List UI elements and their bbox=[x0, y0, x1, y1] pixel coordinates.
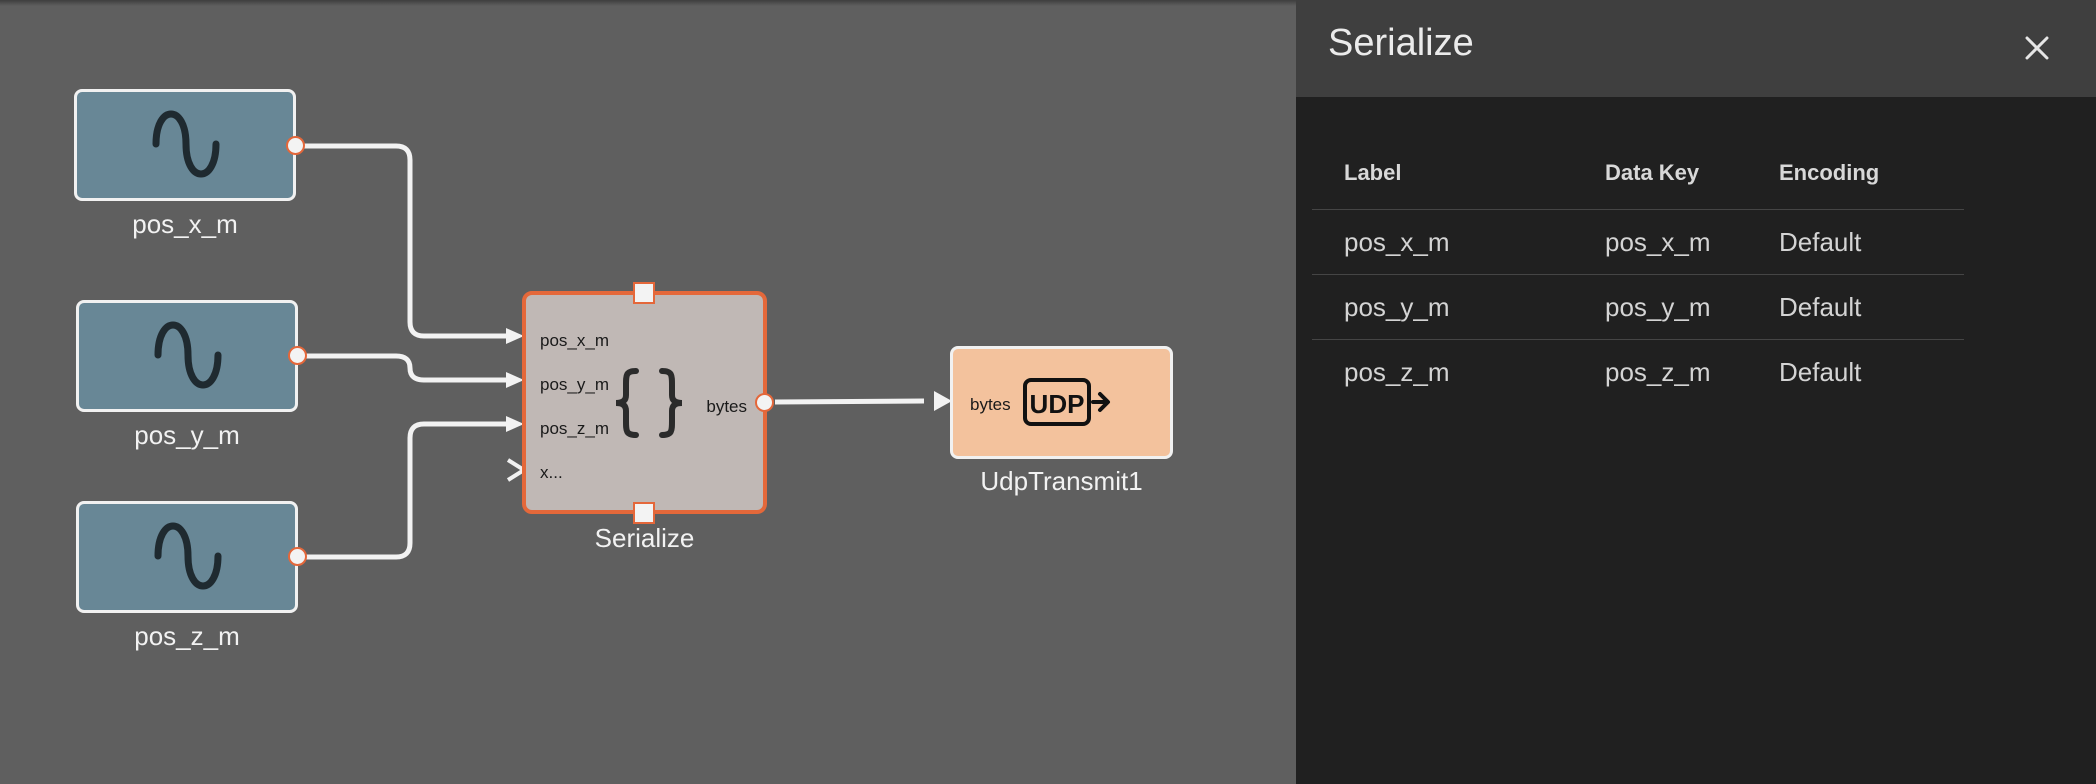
cell-encoding[interactable]: Default bbox=[1779, 275, 1861, 339]
inspector-panel: Serialize Label Data Key Encoding pos_x_… bbox=[1296, 0, 2096, 784]
output-pin-label: bytes bbox=[706, 397, 747, 416]
top-handle[interactable] bbox=[633, 282, 655, 304]
output-port[interactable] bbox=[286, 136, 305, 155]
svg-text:UDP: UDP bbox=[1030, 389, 1085, 419]
serialize-label: Serialize bbox=[594, 523, 695, 553]
table-row[interactable]: pos_x_m pos_x_m Default bbox=[1312, 210, 1964, 275]
column-header-data-key: Data Key bbox=[1605, 160, 1700, 185]
diagram-canvas[interactable]: pos_x_m pos_y_m pos_z_m pos_x_m pos_y_m … bbox=[0, 0, 1296, 784]
input-pin-label: x... bbox=[540, 463, 563, 482]
panel-title: Serialize bbox=[1328, 22, 1474, 64]
source-label: pos_x_m bbox=[132, 209, 238, 239]
sine-wave-icon bbox=[154, 321, 222, 389]
output-port[interactable] bbox=[288, 346, 307, 365]
table-header: Label Data Key Encoding bbox=[1312, 145, 1964, 210]
fields-table: Label Data Key Encoding pos_x_m pos_x_m … bbox=[1312, 145, 1964, 404]
input-pin-label: pos_z_m bbox=[540, 419, 609, 438]
cell-data-key: pos_y_m bbox=[1605, 292, 1711, 322]
udp-transmit-icon: UDP bbox=[1023, 378, 1110, 426]
output-port[interactable] bbox=[288, 547, 307, 566]
cell-encoding[interactable]: Default bbox=[1779, 210, 1861, 274]
source-label: pos_y_m bbox=[134, 420, 240, 450]
output-port[interactable] bbox=[755, 393, 774, 412]
source-label: pos_z_m bbox=[134, 621, 240, 651]
curly-braces-icon bbox=[615, 368, 683, 438]
cell-label: pos_y_m bbox=[1344, 292, 1450, 322]
source-block-pos-y[interactable] bbox=[76, 300, 298, 412]
source-block-pos-x[interactable] bbox=[74, 89, 296, 201]
column-header-encoding: Encoding bbox=[1779, 160, 1880, 185]
panel-header: Serialize bbox=[1296, 0, 2096, 97]
udp-transmit-block[interactable]: bytes UDP bbox=[950, 346, 1173, 459]
table-row[interactable]: pos_y_m pos_y_m Default bbox=[1312, 275, 1964, 340]
table-row[interactable]: pos_z_m pos_z_m Default bbox=[1312, 340, 1964, 404]
wire-pos-y bbox=[304, 353, 508, 383]
bottom-handle[interactable] bbox=[633, 502, 655, 524]
cell-label: pos_z_m bbox=[1344, 357, 1450, 387]
cell-encoding[interactable]: Default bbox=[1779, 340, 1861, 404]
cell-data-key: pos_z_m bbox=[1605, 357, 1711, 387]
input-pin-label: pos_y_m bbox=[540, 375, 609, 394]
cell-label: pos_x_m bbox=[1344, 227, 1450, 257]
column-header-label: Label bbox=[1344, 160, 1402, 185]
sine-wave-icon bbox=[152, 110, 220, 178]
cell-data-key: pos_x_m bbox=[1605, 227, 1711, 257]
wire-pos-x bbox=[304, 143, 508, 339]
serialize-block[interactable]: pos_x_m pos_y_m pos_z_m x... bytes bbox=[522, 291, 767, 514]
udp-label: UdpTransmit1 bbox=[980, 466, 1143, 496]
sine-wave-icon bbox=[154, 522, 222, 590]
input-pin-label: pos_x_m bbox=[540, 331, 609, 350]
input-pin-label: bytes bbox=[970, 395, 1011, 414]
close-icon[interactable] bbox=[2022, 33, 2052, 63]
source-block-pos-z[interactable] bbox=[76, 501, 298, 613]
wire-pos-z bbox=[304, 421, 508, 560]
wire-bytes bbox=[774, 398, 925, 405]
